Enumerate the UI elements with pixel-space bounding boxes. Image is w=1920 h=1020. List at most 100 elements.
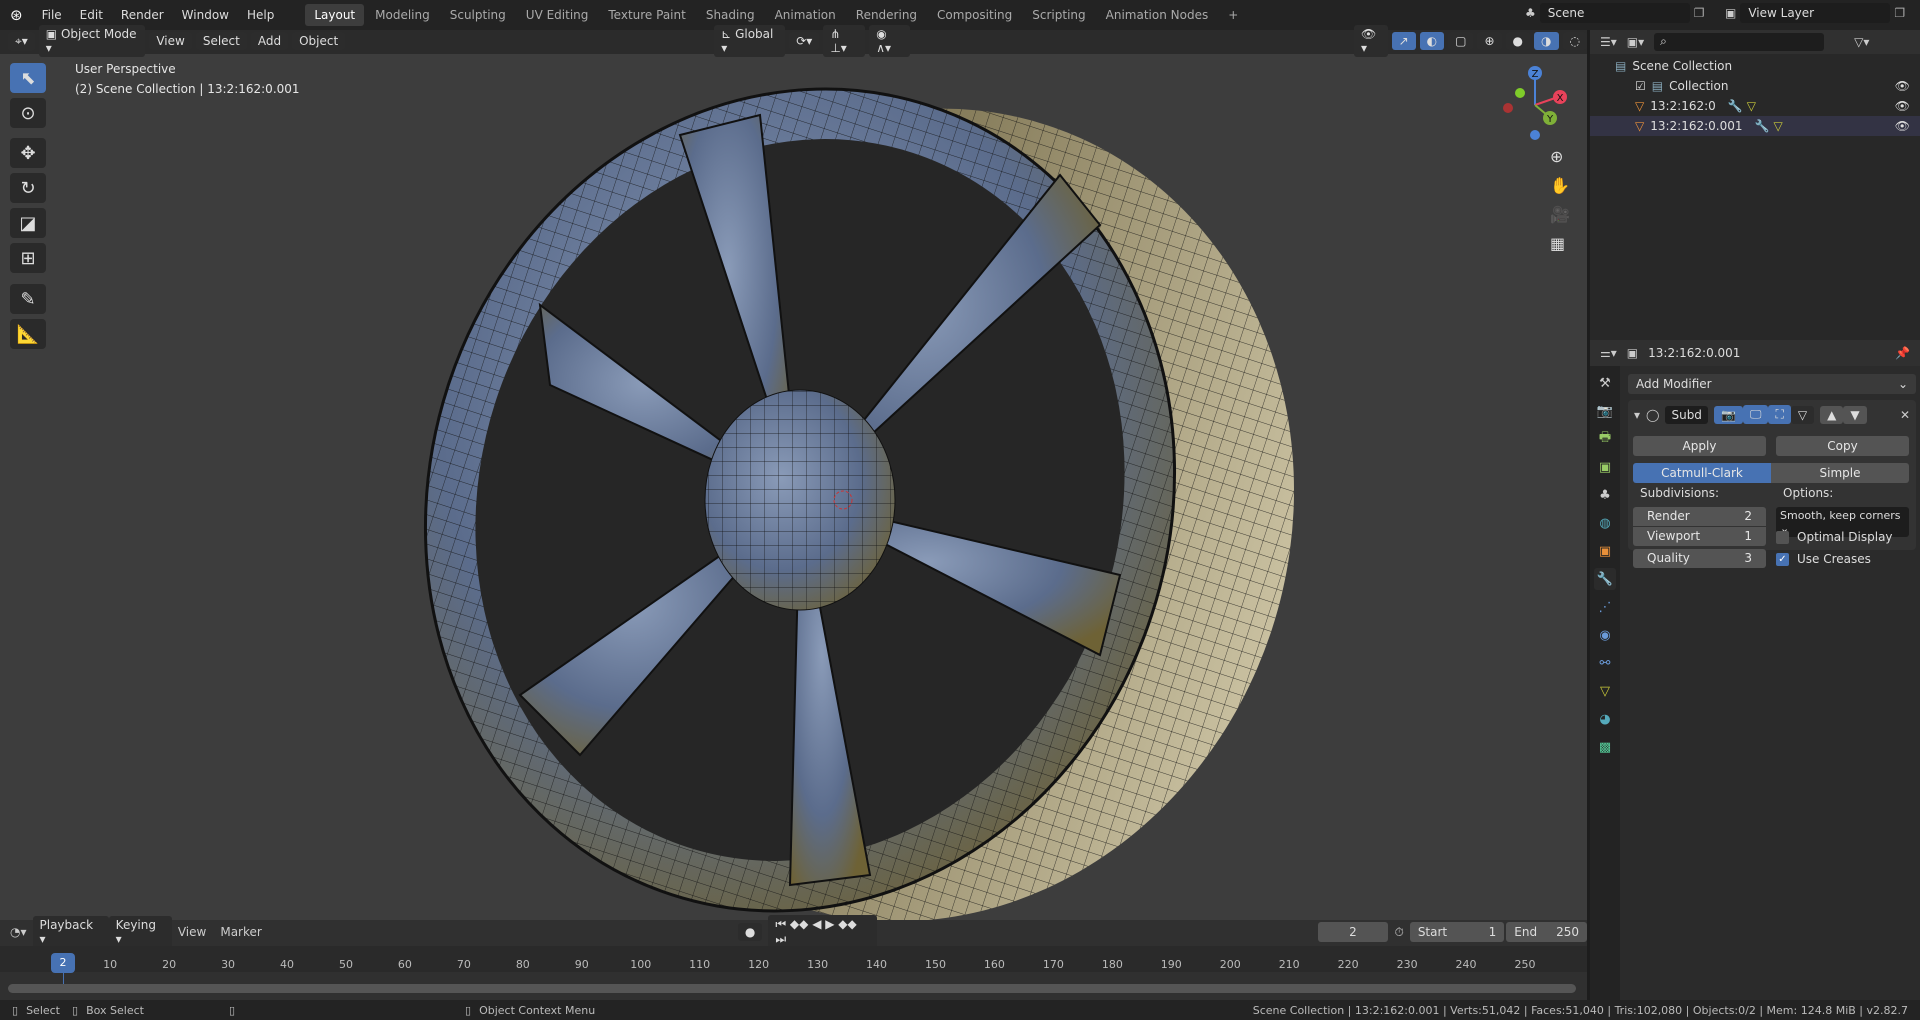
gizmo-toggle-icon[interactable]: ↗ [1391,32,1416,50]
tab-scripting[interactable]: Scripting [1023,4,1094,26]
playback-menu[interactable]: Playback ▾ [32,916,109,948]
tab-uv-editing[interactable]: UV Editing [517,4,598,26]
current-frame-field[interactable]: 2 [1317,922,1389,942]
outliner-scene-collection[interactable]: ▤ Scene Collection [1590,56,1920,76]
shading-material-icon[interactable]: ◑ [1534,32,1559,50]
measure-tool-icon[interactable]: 📐 [10,319,46,349]
gizmo-z[interactable]: Z [1532,69,1539,80]
navigation-gizmo[interactable]: Z X Y [1495,60,1575,140]
copy-button[interactable]: Copy [1776,436,1909,456]
view-layer-icon[interactable]: ▣ [1725,6,1736,20]
shading-solid-icon[interactable]: ● [1505,32,1531,50]
annotate-tool-icon[interactable]: ✎ [10,284,46,314]
scene-icon[interactable]: ♣ [1525,6,1536,20]
mesh-data-icon[interactable]: ▽ [1773,119,1782,133]
remove-modifier-icon[interactable]: ✕ [1900,408,1910,422]
tab-shading[interactable]: Shading [697,4,764,26]
gizmo-y[interactable]: Y [1546,114,1554,125]
eye-icon[interactable]: 👁 [1895,119,1910,133]
move-down-icon[interactable]: ▼ [1843,405,1867,424]
quality-field[interactable]: Quality 3 [1633,549,1766,568]
overlay-toggle-icon[interactable]: ◐ [1419,32,1445,50]
render-tab-icon[interactable]: 📷 [1594,400,1616,422]
stopwatch-icon[interactable]: ⏱ [1394,925,1403,940]
modifier-wrench-icon[interactable]: 🔧 [1728,99,1743,113]
keying-menu[interactable]: Keying ▾ [108,916,172,948]
xray-icon[interactable]: ▢ [1448,32,1474,50]
select-tool-icon[interactable]: ⬉ [10,63,46,93]
tool-tab-icon[interactable]: ⚒ [1594,372,1616,394]
timeline-view-menu[interactable]: View [178,925,206,939]
end-frame-field[interactable]: End 250 [1506,922,1587,942]
physics-tab-icon[interactable]: ◉ [1594,624,1616,646]
texture-tab-icon[interactable]: ▩ [1594,736,1616,758]
timeline-scrollbar[interactable] [8,984,1576,993]
add-workspace-button[interactable]: + [1219,4,1247,26]
apply-button[interactable]: Apply [1633,436,1766,456]
menu-select[interactable]: Select [195,32,247,50]
transform-tool-icon[interactable]: ⊞ [10,243,46,273]
modifier-wrench-icon[interactable]: 🔧 [1755,119,1770,133]
playhead[interactable]: 2 [51,953,75,973]
use-creases-checkbox[interactable]: ✓ Use Creases [1776,552,1871,566]
record-button[interactable]: ● [737,923,763,941]
data-tab-icon[interactable]: ▽ [1594,680,1616,702]
cursor-tool-icon[interactable]: ⊙ [10,98,46,128]
modifier-tab-icon[interactable]: 🔧 [1594,568,1616,590]
output-tab-icon[interactable]: 🖶 [1594,428,1616,450]
orientation-select[interactable]: ⊾ Global ▾ [714,25,786,57]
shading-rendered-icon[interactable]: ◌ [1562,32,1587,50]
perspective-toggle-icon[interactable]: ▦ [1550,234,1570,253]
outliner-search-input[interactable]: ⌕ [1654,33,1825,51]
catmull-clark-option[interactable]: Catmull-Clark [1633,463,1771,483]
view-layer-field[interactable]: View Layer [1740,3,1891,23]
move-tool-icon[interactable]: ✥ [10,138,46,168]
move-up-icon[interactable]: ▲ [1820,405,1844,424]
rotate-tool-icon[interactable]: ↻ [10,173,46,203]
simple-option[interactable]: Simple [1771,463,1909,483]
snap-icon[interactable]: ⋔ ⊥▾ [823,25,866,57]
checkbox-unchecked-icon[interactable] [1776,530,1789,544]
tab-rendering[interactable]: Rendering [847,4,926,26]
start-frame-field[interactable]: Start 1 [1409,922,1505,942]
mesh-data-icon[interactable]: ▽ [1747,99,1756,113]
gizmo-x[interactable]: X [1557,93,1564,104]
world-tab-icon[interactable]: ◍ [1594,512,1616,534]
tab-layout[interactable]: Layout [305,4,365,26]
editor-type-icon[interactable]: ◔▾ [10,925,27,939]
render-toggle-icon[interactable]: 📷 [1713,405,1743,424]
editmode-toggle-icon[interactable]: ⛶ [1768,405,1791,424]
scene-tab-icon[interactable]: ♣ [1594,484,1616,506]
outliner-item-collection[interactable]: ☑ ▤ Collection 👁 [1590,76,1920,96]
material-tab-icon[interactable]: ◕ [1594,708,1616,730]
tab-animation[interactable]: Animation [766,4,845,26]
menu-object[interactable]: Object [292,32,346,50]
outliner-item-object-selected[interactable]: ▽ 13:2:162:0.001 🔧 ▽ 👁 [1590,116,1920,136]
optimal-display-checkbox[interactable]: Optimal Display [1776,530,1893,544]
new-view-layer-icon[interactable]: ❐ [1894,6,1905,20]
tab-animation-nodes[interactable]: Animation Nodes [1097,4,1218,26]
pivot-icon[interactable]: ⟳▾ [789,32,820,50]
outliner-item-object[interactable]: ▽ 13:2:162:0 🔧 ▽ 👁 [1590,96,1920,116]
editor-type-icon[interactable]: ⌖▾ [8,31,35,51]
camera-view-icon[interactable]: 🎥 [1550,205,1570,224]
eye-icon[interactable]: 👁 [1895,99,1910,113]
filter-view-icon[interactable]: ▣▾ [1627,35,1644,49]
menu-edit[interactable]: Edit [71,8,112,22]
checkbox-checked-icon[interactable]: ✓ [1776,552,1789,566]
wheel-model[interactable] [400,55,1350,925]
filter-icon[interactable]: ▽▾ [1854,35,1869,49]
menu-add[interactable]: Add [250,32,289,50]
scale-tool-icon[interactable]: ◪ [10,208,46,238]
marker-menu[interactable]: Marker [220,925,261,939]
editor-type-icon[interactable]: ⚌▾ [1600,346,1617,360]
new-scene-icon[interactable]: ❐ [1694,6,1705,20]
object-tab-icon[interactable]: ▣ [1594,540,1616,562]
menu-render[interactable]: Render [112,8,173,22]
pan-view-icon[interactable]: ✋ [1550,176,1570,195]
viewport-levels-field[interactable]: Viewport 1 [1633,527,1766,546]
pin-icon[interactable]: 📌 [1895,346,1910,360]
tab-modeling[interactable]: Modeling [366,4,439,26]
constraints-tab-icon[interactable]: ⚯ [1594,652,1616,674]
tab-sculpting[interactable]: Sculpting [441,4,515,26]
